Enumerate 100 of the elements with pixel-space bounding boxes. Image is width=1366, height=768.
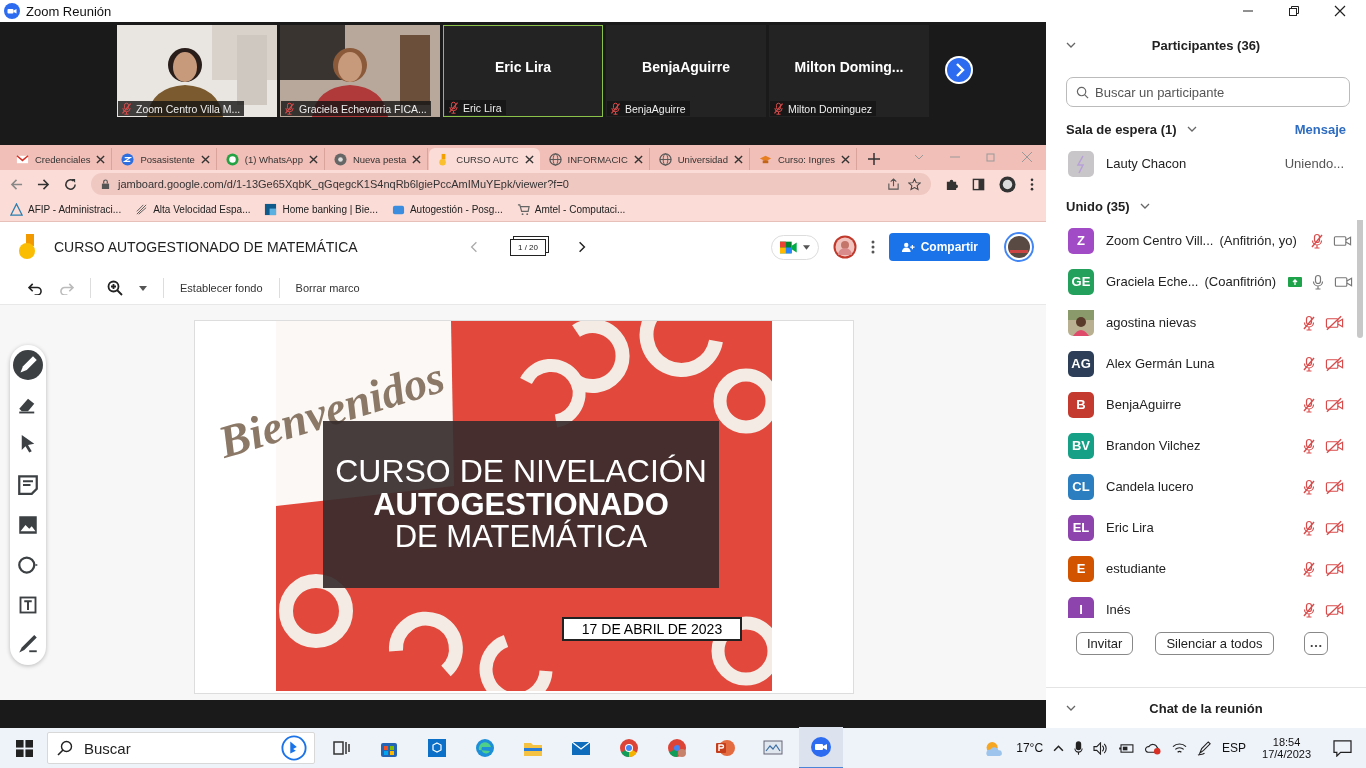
muted-mic-icon[interactable]	[772, 102, 785, 115]
address-bar[interactable]: jamboard.google.com/d/1-13Ge65XqbK_qGqegcK1S4nqRb6lgiePccAmIMuYEpk/viewer?f=0	[91, 173, 931, 195]
windows-start-icon[interactable]	[16, 739, 33, 757]
participant-row[interactable]: E estudiante	[1046, 548, 1366, 589]
bookmark[interactable]: Alta Velocidad Espa...	[135, 203, 251, 216]
clear-frame-button[interactable]: Borrar marco	[295, 282, 360, 294]
close-icon[interactable]	[1334, 5, 1346, 17]
participant-row[interactable]: EL Eric Lira	[1046, 507, 1366, 548]
avatar-icon[interactable]	[832, 235, 857, 259]
bookmark[interactable]: Amtel - Computaci...	[516, 203, 626, 216]
invite-button[interactable]: Invitar	[1076, 632, 1134, 655]
clock[interactable]: 18:54 17/4/2023	[1262, 736, 1311, 760]
share-icon[interactable]	[887, 177, 900, 191]
close-tab-icon[interactable]	[840, 154, 850, 164]
video-tile[interactable]: Graciela Echevarria FICA...	[280, 25, 440, 117]
mic-icon[interactable]	[1074, 740, 1084, 756]
message-link[interactable]: Mensaje	[1294, 121, 1346, 137]
avatar-icon[interactable]	[999, 175, 1016, 193]
camera-off-icon[interactable]	[1325, 396, 1344, 413]
camera-off-icon[interactable]	[1325, 519, 1344, 536]
chevron-icon[interactable]	[1139, 203, 1150, 209]
muted-mic-icon[interactable]	[1301, 601, 1317, 618]
bookmark[interactable]: Autogestión - Posg...	[391, 203, 503, 216]
puzzle-icon[interactable]	[945, 177, 958, 191]
close-tab-icon[interactable]	[412, 154, 422, 164]
next-page-button[interactable]	[944, 55, 974, 85]
video-tile[interactable]: Zoom Centro Villa M...	[117, 25, 277, 117]
participant-row[interactable]: B BenjaAguirre	[1046, 384, 1366, 425]
search-field[interactable]: Buscar un participante	[1066, 77, 1350, 107]
chevron-up-icon[interactable]	[1053, 744, 1065, 752]
camera-off-icon[interactable]	[1325, 478, 1344, 495]
video-tile[interactable]: Eric Lira Eric Lira	[443, 25, 603, 117]
battery-icon[interactable]	[1118, 742, 1136, 754]
close-tab-icon[interactable]	[733, 154, 743, 164]
more-button[interactable]	[1303, 632, 1328, 655]
close-tab-icon[interactable]	[308, 154, 318, 164]
caret-icon[interactable]	[139, 285, 147, 291]
bookmark[interactable]: AFIP - Administraci...	[10, 203, 122, 216]
chevron-icon[interactable]	[1066, 42, 1076, 48]
camera-off-icon[interactable]	[1325, 355, 1344, 372]
close-tab-icon[interactable]	[200, 154, 210, 164]
next-frame-icon[interactable]	[578, 241, 586, 253]
participant-row[interactable]: CL Candela lucero	[1046, 466, 1366, 507]
muted-mic-icon[interactable]	[1308, 232, 1325, 249]
sidebar-icon[interactable]	[972, 177, 985, 191]
restore-icon[interactable]	[1288, 5, 1300, 17]
close-tab-icon[interactable]	[633, 154, 643, 164]
muted-mic-icon[interactable]	[1301, 478, 1317, 495]
chevron-icon[interactable]	[1066, 705, 1076, 711]
muted-mic-icon[interactable]	[447, 101, 460, 114]
wifi-icon[interactable]	[1172, 741, 1188, 755]
reload-icon[interactable]	[64, 177, 77, 191]
notification-icon[interactable]	[1333, 739, 1352, 757]
muted-mic-icon[interactable]	[1301, 314, 1317, 331]
set-background-button[interactable]: Establecer fondo	[180, 282, 263, 294]
browser-tab[interactable]: CURSO AUTC	[429, 148, 540, 170]
bing-icon[interactable]	[281, 735, 307, 761]
cloud-error-icon[interactable]	[1145, 741, 1163, 755]
bookmark[interactable]: Home banking | Bie...	[264, 203, 378, 216]
zoom-app-icon[interactable]	[799, 727, 843, 768]
pen-icon[interactable]	[1197, 740, 1213, 756]
star-icon[interactable]	[908, 177, 921, 191]
avatar-icon[interactable]	[1004, 232, 1034, 262]
mute-all-button[interactable]: Silenciar a todos	[1155, 632, 1274, 655]
camera-off-icon[interactable]	[1325, 314, 1344, 331]
muted-mic-icon[interactable]	[120, 102, 133, 115]
close-tab-icon[interactable]	[96, 154, 106, 164]
participant-row[interactable]: AG Alex Germán Luna	[1046, 343, 1366, 384]
more-icon[interactable]	[870, 240, 875, 254]
language-indicator[interactable]: ESP	[1222, 741, 1247, 755]
muted-mic-icon[interactable]	[1301, 519, 1317, 536]
close-tab-icon[interactable]	[524, 154, 534, 164]
zoom-icon[interactable]	[107, 280, 123, 296]
muted-mic-icon[interactable]	[1301, 560, 1317, 577]
video-tile[interactable]: BenjaAguirre BenjaAguirre	[606, 25, 766, 117]
participant-row[interactable]: GE Graciela Eche... (Coanfitrión)	[1046, 261, 1366, 302]
undo-icon[interactable]	[28, 281, 43, 295]
back-icon[interactable]	[10, 177, 23, 191]
muted-mic-icon[interactable]	[1301, 396, 1317, 413]
muted-mic-icon[interactable]	[609, 102, 622, 115]
participant-row[interactable]: BV Brandon Vilchez	[1046, 425, 1366, 466]
new-tab-icon[interactable]	[867, 153, 880, 165]
muted-mic-icon[interactable]	[1301, 355, 1317, 372]
share-button[interactable]: Compartir	[888, 233, 990, 261]
muted-mic-icon[interactable]	[1301, 437, 1317, 454]
muted-mic-icon[interactable]	[283, 102, 296, 115]
more-icon[interactable]	[1030, 177, 1034, 191]
pen-tool-icon[interactable]	[13, 350, 43, 380]
participant-row[interactable]: Z Zoom Centro Vill... (Anfitrión, yo)	[1046, 220, 1366, 261]
participant-row[interactable]: I Inés	[1046, 589, 1366, 618]
video-tile[interactable]: Milton Doming... Milton Dominguez	[769, 25, 929, 117]
forward-icon[interactable]	[37, 177, 50, 191]
participant-row[interactable]: agostina nievas	[1046, 302, 1366, 343]
camera-off-icon[interactable]	[1325, 437, 1344, 454]
camera-off-icon[interactable]	[1325, 601, 1344, 618]
frame-counter[interactable]: 1 / 20	[510, 238, 546, 256]
search-field[interactable]: Buscar	[47, 732, 315, 764]
camera-off-icon[interactable]	[1325, 560, 1344, 577]
volume-icon[interactable]	[1093, 741, 1109, 755]
chevron-icon[interactable]	[1186, 126, 1197, 132]
